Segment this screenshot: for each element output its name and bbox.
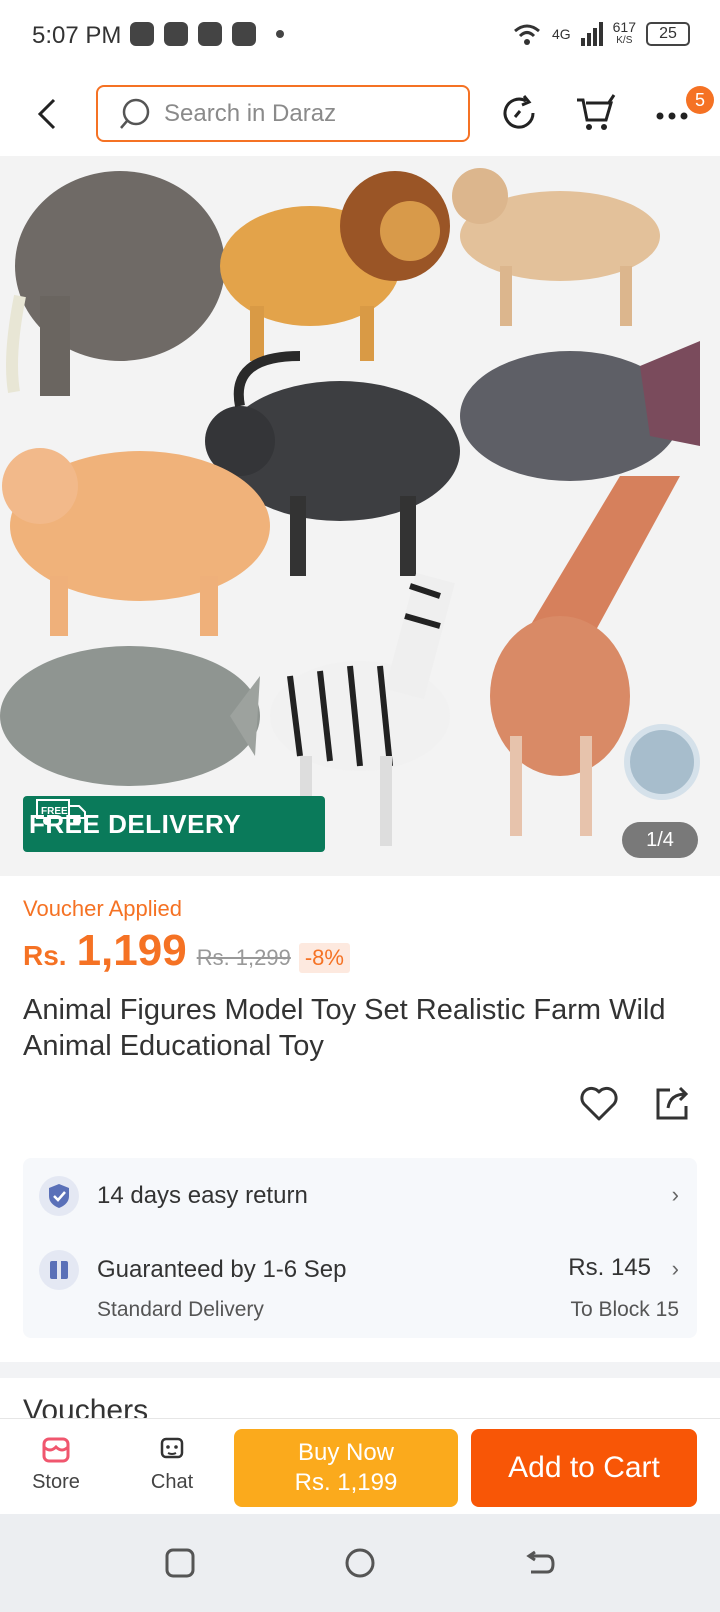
app-icon: [232, 22, 256, 46]
system-icons: 4G 617 K/S 25: [512, 20, 690, 48]
network-type: 4G: [551, 26, 571, 42]
signal-icon: [580, 22, 603, 46]
product-title: Animal Figures Model Toy Set Realistic F…: [23, 994, 666, 1062]
recents-icon[interactable]: [163, 1546, 197, 1580]
return-policy-row[interactable]: 14 days easy return ›: [23, 1158, 697, 1228]
delivery-truck-icon: FREE: [36, 799, 86, 825]
buy-now-label: Buy Now: [297, 1439, 395, 1466]
buy-now-button[interactable]: Buy Now Rs. 1,199: [234, 1429, 458, 1507]
delivery-card: 14 days easy return › Guaranteed by 1-6 …: [23, 1158, 697, 1338]
add-to-cart-button[interactable]: Add to Cart: [471, 1429, 697, 1507]
snapchat-icon: [164, 22, 188, 46]
store-icon: [42, 1437, 70, 1463]
return-text: 14 days easy return: [97, 1182, 308, 1209]
more-notifications-dot: [276, 30, 284, 38]
share-icon[interactable]: [652, 1082, 692, 1124]
search-input[interactable]: Search in Daraz: [96, 85, 470, 142]
bottom-action-bar: Store Chat Buy Now Rs. 1,199 Add to Cart: [0, 1418, 720, 1514]
whatsapp-icon: [130, 22, 154, 46]
history-icon[interactable]: [498, 92, 540, 134]
original-price: Rs. 1,299: [196, 945, 291, 970]
status-bar: 5:07 PM 4G 617 K/S 25: [0, 0, 720, 72]
guarantee-text: Guaranteed by 1-6 Sep: [97, 1256, 347, 1283]
cart-icon[interactable]: [574, 92, 616, 134]
free-delivery-badge: FREE FREE DELIVERY: [23, 796, 325, 852]
delivery-fee: Rs. 145: [568, 1254, 651, 1281]
chevron-right-icon: ›: [671, 1256, 679, 1281]
delivery-type: Standard Delivery: [97, 1298, 264, 1321]
youtube-icon: [198, 22, 222, 46]
product-image: [0, 168, 700, 846]
search-placeholder: Search in Daraz: [164, 99, 337, 127]
wifi-icon: [513, 24, 540, 45]
free-badge-icon-text: FREE: [41, 806, 68, 817]
chat-button[interactable]: Chat: [132, 1433, 212, 1494]
network-speed-unit: K/S: [616, 35, 633, 46]
discount-badge: -8%: [298, 943, 350, 973]
price-currency: Rs.: [23, 940, 67, 971]
buy-now-price: Rs. 1,199: [294, 1469, 398, 1496]
chat-icon: [160, 1437, 184, 1459]
back-icon[interactable]: [30, 94, 66, 134]
system-navigation-bar: [0, 1514, 720, 1612]
vouchers-section-title: Vouchers: [23, 1394, 149, 1420]
search-icon: [120, 98, 150, 129]
chevron-right-icon: ›: [671, 1182, 679, 1207]
image-counter: 1/4: [622, 822, 698, 858]
price-value: 1,199: [76, 926, 187, 975]
package-icon: [39, 1250, 79, 1290]
network-speed: 617: [612, 19, 636, 35]
shield-icon: [39, 1176, 79, 1216]
store-button[interactable]: Store: [16, 1433, 96, 1494]
status-time: 5:07 PM: [32, 22, 122, 49]
battery-indicator: 25: [646, 22, 690, 46]
voucher-label: Voucher Applied: [23, 896, 183, 921]
top-bar: Search in Daraz 5: [0, 72, 720, 156]
back-nav-icon[interactable]: [523, 1546, 557, 1580]
delivery-row[interactable]: Guaranteed by 1-6 Sep Rs. 145 › Standard…: [23, 1238, 697, 1338]
chat-label: Chat: [150, 1471, 194, 1493]
delivery-destination: To Block 15: [570, 1298, 679, 1321]
heart-icon[interactable]: [578, 1082, 620, 1124]
store-label: Store: [32, 1471, 80, 1493]
product-image-gallery[interactable]: FREE FREE DELIVERY 1/4: [0, 156, 720, 876]
home-icon[interactable]: [343, 1546, 377, 1580]
price-row: Rs. 1,199 Rs. 1,299 -8%: [23, 926, 350, 976]
chat-bubble[interactable]: [624, 724, 700, 800]
section-divider: [0, 1362, 720, 1378]
notification-icons: [130, 22, 284, 46]
notification-badge: 5: [686, 86, 714, 114]
